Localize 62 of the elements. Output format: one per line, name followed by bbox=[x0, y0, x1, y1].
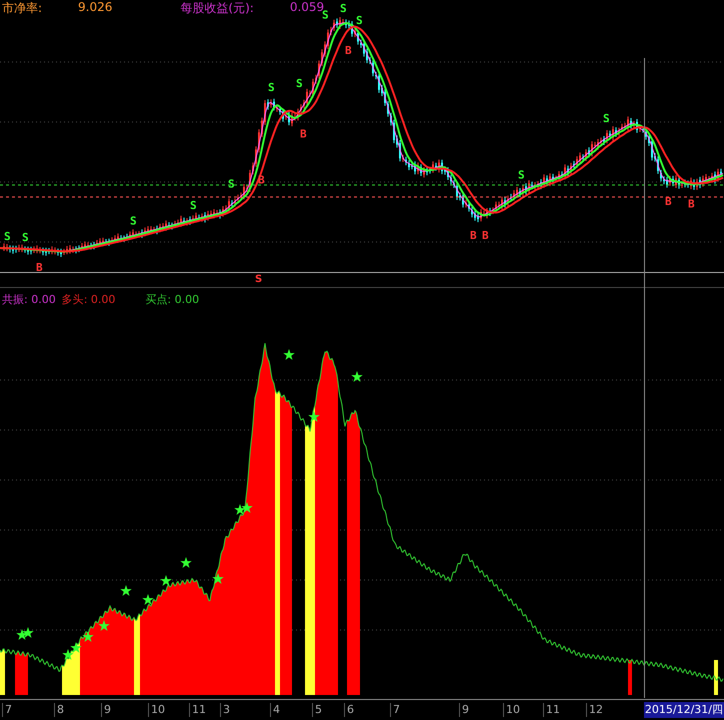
signal-label: S bbox=[356, 14, 363, 27]
axis-label: 11 bbox=[543, 703, 560, 717]
signal-label: S bbox=[130, 214, 137, 228]
signal-label: B bbox=[482, 228, 489, 242]
signal-label: S bbox=[268, 81, 275, 94]
metric-label: 市净率: bbox=[2, 0, 42, 17]
star-marker bbox=[120, 585, 132, 596]
star-marker bbox=[351, 371, 363, 382]
star-marker bbox=[82, 631, 94, 642]
indicator-bar-area bbox=[0, 648, 5, 695]
star-marker bbox=[234, 504, 246, 515]
signal-label: B bbox=[36, 260, 43, 272]
signal-label: S bbox=[340, 2, 347, 16]
axis-label: 9 bbox=[459, 703, 469, 717]
star-marker bbox=[98, 620, 110, 631]
signal-label: S bbox=[603, 112, 610, 126]
signal-label: S bbox=[228, 177, 235, 190]
star-marker bbox=[180, 557, 192, 568]
indicator-bar-area bbox=[714, 660, 718, 695]
signal-label: S bbox=[4, 230, 11, 243]
signal-label: B bbox=[300, 128, 307, 141]
axis-label: 7 bbox=[2, 703, 12, 717]
axis-label: 8 bbox=[54, 703, 64, 717]
metric-label: 每股收益(元): bbox=[180, 0, 254, 17]
legend-item: 多头: 0.00 bbox=[62, 292, 116, 307]
star-marker bbox=[212, 573, 224, 584]
axis-label: 10 bbox=[148, 703, 165, 717]
signal-label: S bbox=[518, 168, 525, 182]
axis-label: 12 bbox=[586, 703, 603, 717]
cursor-date-label: 2015/12/31/四 bbox=[644, 702, 724, 718]
star-marker bbox=[16, 629, 28, 640]
signal-label: B bbox=[345, 44, 352, 58]
indicator-bar-area bbox=[628, 660, 632, 695]
signal-label: S bbox=[255, 274, 262, 286]
axis-label: 10 bbox=[503, 703, 520, 717]
star-marker bbox=[142, 594, 154, 605]
indicator-bar-area bbox=[15, 651, 28, 695]
axis-label: 9 bbox=[101, 703, 111, 717]
signal-label: B bbox=[258, 174, 265, 187]
signal-label: S bbox=[22, 231, 29, 244]
star-marker bbox=[22, 627, 34, 638]
axis-label: 11 bbox=[189, 703, 206, 717]
axis-label: 4 bbox=[270, 703, 280, 717]
star-marker bbox=[70, 642, 82, 653]
star-marker bbox=[283, 349, 295, 360]
axis-label: 3 bbox=[220, 703, 230, 717]
axis-label: 5 bbox=[312, 703, 322, 717]
legend-item: 买点: 0.00 bbox=[145, 292, 200, 307]
axis-label: 7 bbox=[390, 703, 400, 717]
signal-label: B bbox=[665, 195, 672, 208]
legend-item: 共振: 0.00 bbox=[2, 292, 56, 307]
star-marker bbox=[160, 575, 172, 586]
signal-label: B bbox=[470, 228, 477, 242]
signal-label: S bbox=[190, 198, 197, 212]
metric-value: 9.026 bbox=[78, 0, 112, 16]
star-marker bbox=[62, 649, 74, 660]
signal-label: S bbox=[322, 8, 329, 22]
signal-label: S bbox=[296, 77, 303, 90]
star-marker bbox=[308, 411, 320, 422]
star-marker bbox=[241, 502, 253, 513]
signal-label: B bbox=[688, 197, 695, 210]
axis-label: 6 bbox=[344, 703, 354, 717]
